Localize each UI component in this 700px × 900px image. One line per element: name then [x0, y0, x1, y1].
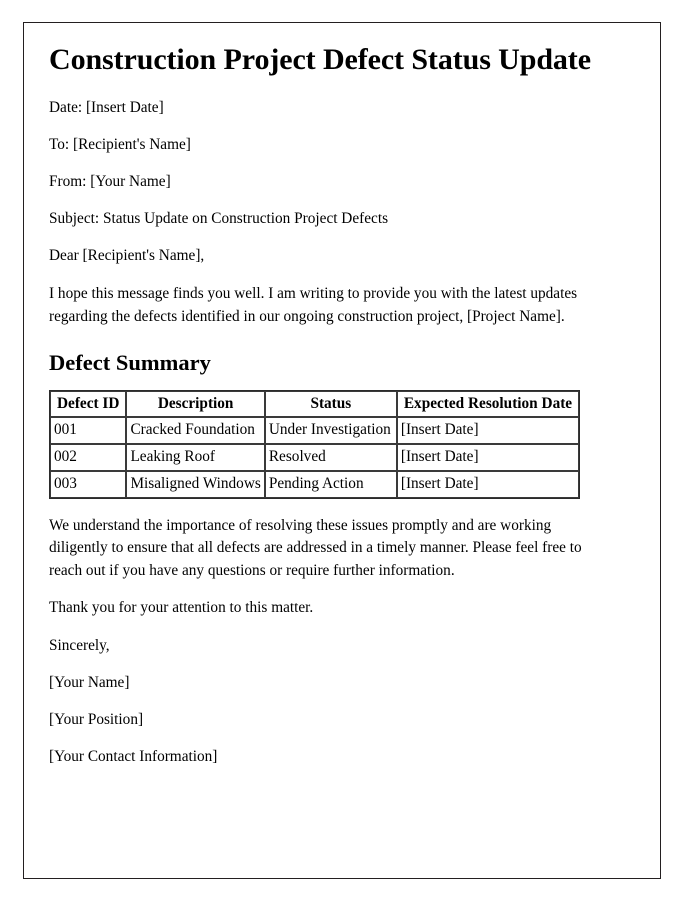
cell-expected-resolution-date: [Insert Date] — [396, 470, 580, 498]
letter-salutation: Dear [Recipient's Name], — [49, 247, 205, 265]
table-row: 003 Misaligned Windows Pending Action [I… — [50, 470, 580, 498]
cell-description: Misaligned Windows — [126, 470, 265, 498]
signoff-line: Sincerely, — [49, 636, 110, 654]
cell-description: Leaking Roof — [126, 444, 265, 471]
column-header-expected-resolution-date: Expected Resolution Date — [396, 390, 580, 418]
signature-block: Thank you for your attention to this mat… — [49, 586, 638, 774]
table-header-row: Defect ID Description Status Expected Re… — [50, 390, 580, 418]
letter-to-line: To: [Recipient's Name] — [49, 135, 191, 153]
letter-header-block: Date: [Insert Date] To: [Recipient's Nam… — [49, 88, 638, 274]
signature-position: [Your Position] — [49, 711, 144, 728]
closing-paragraph: We understand the importance of resolvin… — [49, 516, 582, 579]
letter-date-line: Date: [Insert Date] — [49, 98, 164, 116]
column-header-description: Description — [126, 390, 265, 418]
table-row: 001 Cracked Foundation Under Investigati… — [50, 417, 580, 445]
signature-name: [Your Name] — [49, 673, 130, 691]
cell-status: Resolved — [264, 444, 397, 471]
cell-defect-id: 001 — [50, 417, 127, 445]
document-page: Construction Project Defect Status Updat… — [23, 22, 661, 879]
intro-paragraph: I hope this message finds you well. I am… — [49, 285, 578, 326]
letter-from-line: From: [Your Name] — [49, 172, 171, 190]
column-header-defect-id: Defect ID — [50, 390, 127, 418]
section-heading-defect-summary: Defect Summary — [49, 349, 211, 375]
cell-expected-resolution-date: [Insert Date] — [396, 444, 580, 471]
column-header-status: Status — [264, 390, 397, 418]
cell-status: Under Investigation — [264, 417, 397, 445]
page-title: Construction Project Defect Status Updat… — [49, 43, 591, 76]
thanks-line: Thank you for your attention to this mat… — [49, 599, 314, 617]
document-body: Construction Project Defect Status Updat… — [49, 43, 638, 774]
cell-defect-id: 003 — [50, 470, 127, 498]
cell-expected-resolution-date: [Insert Date] — [396, 417, 580, 445]
cell-status: Pending Action — [264, 470, 397, 498]
table-row: 002 Leaking Roof Resolved [Insert Date] — [50, 444, 580, 471]
cell-description: Cracked Foundation — [126, 417, 265, 445]
defect-summary-table: Defect ID Description Status Expected Re… — [49, 389, 581, 499]
letter-subject-line: Subject: Status Update on Construction P… — [49, 210, 389, 228]
signature-contact: [Your Contact Information] — [49, 748, 218, 766]
cell-defect-id: 002 — [50, 444, 127, 471]
